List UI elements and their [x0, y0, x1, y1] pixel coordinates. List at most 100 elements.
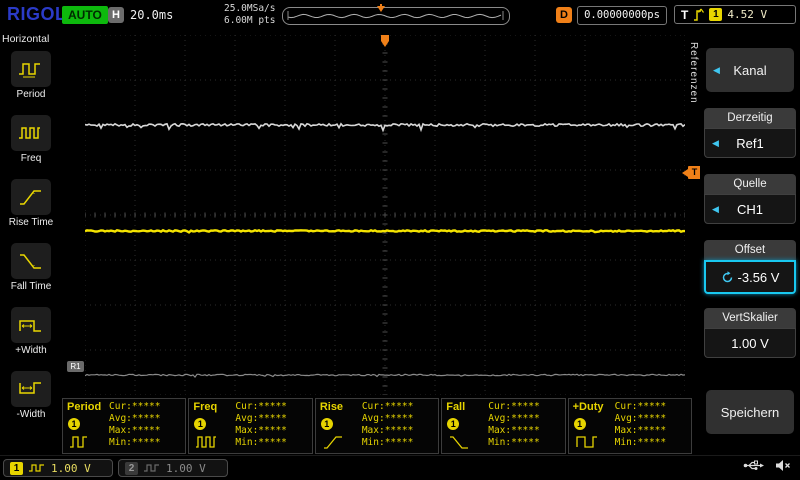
kanal-button[interactable]: ◀ Kanal	[706, 48, 794, 92]
chevron-left-icon: ◀	[712, 204, 719, 215]
derzeitig-value-button[interactable]: ◀ Ref1	[704, 128, 796, 158]
sidebar-item-pos-width[interactable]: +Width	[0, 307, 62, 356]
offset-value-button[interactable]: -3.56 V	[704, 260, 796, 294]
measurement-panel-rise: Rise 1 Cur: ***** Avg: ***** Max: ***** Min…	[315, 398, 439, 454]
stat-value: *****	[511, 413, 540, 425]
stat-value: *****	[511, 425, 540, 437]
period-icon	[69, 433, 93, 451]
stat-value: *****	[511, 437, 540, 449]
fall-icon	[448, 433, 472, 451]
softkey-menu: ◀ Kanal Derzeitig ◀ Ref1 Quelle ◀ CH1 Of…	[700, 30, 800, 480]
stat-value: *****	[638, 425, 667, 437]
sidebar-item-label: -Width	[17, 409, 46, 420]
stat-label: Min:	[109, 437, 132, 449]
stat-label: Cur:	[615, 401, 638, 413]
trigger-info[interactable]: T 1 4.52 V	[674, 5, 796, 24]
pos-width-icon	[11, 307, 51, 343]
speichern-button-label: Speichern	[721, 405, 780, 420]
period-icon	[11, 51, 51, 87]
chevron-left-icon: ◀	[713, 65, 720, 76]
coupling-icon	[28, 463, 46, 473]
stat-value: *****	[511, 401, 540, 413]
channel-badge: 1	[447, 418, 459, 430]
statusbar-icons	[743, 459, 792, 472]
quelle-value-button[interactable]: ◀ CH1	[704, 194, 796, 224]
statusbar: 1 1.00 V 2 1.00 V	[0, 455, 800, 480]
ref1-position-marker: R1	[67, 361, 84, 372]
section-header: Offset	[704, 240, 796, 260]
measurement-name: Rise	[320, 401, 343, 413]
sidebar-item-label: +Width	[15, 345, 46, 356]
measurement-panel-duty: +Duty 1 Cur: ***** Avg: ***** Max: ***** Mi…	[568, 398, 692, 454]
stat-value: *****	[132, 413, 161, 425]
measurement-panel-freq: Freq 1 Cur: ***** Avg: ***** Max: ***** Min…	[188, 398, 312, 454]
stat-value: *****	[258, 401, 287, 413]
rotate-knob-icon	[721, 271, 734, 284]
measurement-strip: Period 1 Cur: ***** Avg: ***** Max: ***** M…	[62, 398, 692, 454]
vertskalier-value: 1.00 V	[731, 336, 769, 351]
stat-value: *****	[385, 437, 414, 449]
waveform-traces	[85, 35, 685, 395]
channel-badge: 1	[321, 418, 333, 430]
neg-width-icon	[11, 371, 51, 407]
stat-label: Avg:	[488, 413, 511, 425]
run-state-badge[interactable]: AUTO	[62, 6, 108, 24]
stat-label: Cur:	[109, 401, 132, 413]
speichern-button[interactable]: Speichern	[706, 390, 794, 434]
sidebar-item-label: Freq	[21, 153, 42, 164]
stat-value: *****	[385, 425, 414, 437]
channel-2-scale: 1.00 V	[166, 462, 206, 475]
oscilloscope-screen: RIGOL AUTO H 20.0ms 25.0MSa/s 6.00M pts …	[0, 0, 800, 480]
stat-label: Avg:	[362, 413, 385, 425]
stat-value: *****	[258, 413, 287, 425]
section-header: VertSkalier	[704, 308, 796, 328]
measurement-panel-period: Period 1 Cur: ***** Avg: ***** Max: ***** M…	[62, 398, 186, 454]
stat-label: Min:	[488, 437, 511, 449]
sidebar-item-neg-width[interactable]: -Width	[0, 371, 62, 420]
stat-label: Avg:	[235, 413, 258, 425]
section-header: Quelle	[704, 174, 796, 194]
channel-1-status[interactable]: 1 1.00 V	[3, 459, 113, 477]
sidebar-item-label: Fall Time	[11, 281, 52, 292]
sidebar-item-period[interactable]: Period	[0, 51, 62, 100]
stat-label: Avg:	[615, 413, 638, 425]
timebase-value: 20.0ms	[130, 8, 173, 22]
sidebar-title: Horizontal	[0, 30, 62, 51]
trigger-slope-icon	[693, 8, 704, 22]
measure-sidebar: Horizontal Period Freq Rise Time Fall Ti…	[0, 30, 62, 480]
freq-icon	[195, 433, 219, 451]
channel-badge: 1	[68, 418, 80, 430]
sidebar-item-freq[interactable]: Freq	[0, 115, 62, 164]
quelle-value: CH1	[737, 202, 763, 217]
trigger-position-indicator	[381, 35, 389, 41]
stat-label: Max:	[488, 425, 511, 437]
measurement-name: Freq	[193, 401, 217, 413]
sidebar-item-label: Period	[17, 89, 46, 100]
measurement-stats: Cur: ***** Avg: ***** Max: ***** Min: *****	[488, 401, 540, 449]
measurement-stats: Cur: ***** Avg: ***** Max: ***** Min: *****	[235, 401, 287, 449]
sidebar-item-rise-time[interactable]: Rise Time	[0, 179, 62, 228]
trigger-label: T	[681, 8, 688, 22]
stat-value: *****	[132, 401, 161, 413]
section-header: Derzeitig	[704, 108, 796, 128]
rise-icon	[322, 433, 346, 451]
kanal-button-label: Kanal	[733, 63, 766, 78]
stat-label: Avg:	[109, 413, 132, 425]
speaker-muted-icon	[775, 459, 792, 472]
waveform-preview	[282, 7, 510, 25]
menu-section-derzeitig: Derzeitig ◀ Ref1	[704, 108, 796, 158]
derzeitig-value: Ref1	[736, 136, 763, 151]
sidebar-item-fall-time[interactable]: Fall Time	[0, 243, 62, 292]
channel-2-status[interactable]: 2 1.00 V	[118, 459, 228, 477]
stat-value: *****	[258, 425, 287, 437]
measurement-stats: Cur: ***** Avg: ***** Max: ***** Min: *****	[615, 401, 667, 449]
trigger-source-badge: 1	[709, 8, 722, 21]
stat-value: *****	[385, 413, 414, 425]
vertskalier-value-button[interactable]: 1.00 V	[704, 328, 796, 358]
acquisition-info: 25.0MSa/s 6.00M pts	[224, 3, 275, 27]
stat-value: *****	[132, 437, 161, 449]
stat-value: *****	[385, 401, 414, 413]
chevron-left-icon: ◀	[712, 138, 719, 149]
menu-tab-referenzen[interactable]: Referenzen	[688, 42, 699, 104]
stat-value: *****	[638, 413, 667, 425]
